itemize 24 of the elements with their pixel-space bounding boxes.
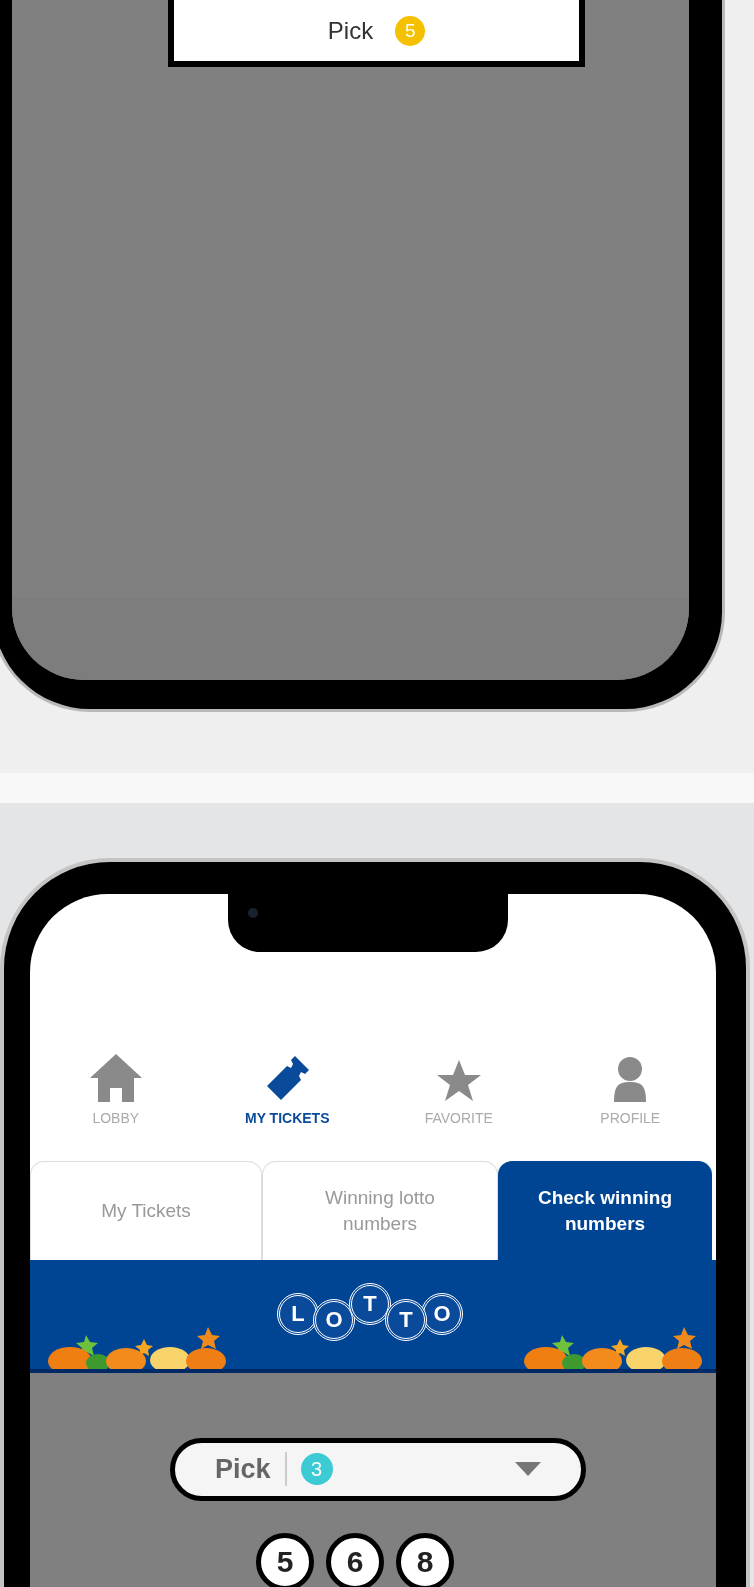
pick-dropdown[interactable]: Pick 3 <box>170 1438 586 1501</box>
caret-icon <box>515 1462 541 1477</box>
person-icon <box>612 1055 649 1104</box>
pick-selector[interactable]: Pick 5 <box>168 0 585 67</box>
tab[interactable]: Check winning numbers <box>498 1160 712 1260</box>
pick-count-badge: 5 <box>395 15 426 46</box>
pick-label: Pick <box>215 1454 271 1485</box>
logo-letter: O <box>313 1299 355 1342</box>
pick-count-badge: 3 <box>300 1453 333 1486</box>
number-ball: 6 <box>326 1533 384 1587</box>
pick-label: Pick <box>327 16 374 45</box>
number-ball: 5 <box>256 1533 314 1587</box>
nav-item[interactable]: MY TICKETS <box>201 1049 373 1126</box>
logo-letter: O <box>421 1293 463 1336</box>
tab[interactable]: Winning lotto numbers <box>262 1160 498 1260</box>
logo-letter: L <box>277 1293 319 1336</box>
nav-item[interactable]: PROFILE <box>544 1049 716 1126</box>
number-ball: 8 <box>396 1533 454 1587</box>
nav-item[interactable]: FAVORITE <box>373 1049 545 1126</box>
logo-letter: T <box>385 1299 427 1342</box>
nav-item[interactable]: LOBBY <box>30 1049 202 1126</box>
logo-letter: T <box>349 1283 391 1326</box>
camera-icon <box>248 908 258 918</box>
tab[interactable]: My Tickets <box>30 1160 262 1260</box>
